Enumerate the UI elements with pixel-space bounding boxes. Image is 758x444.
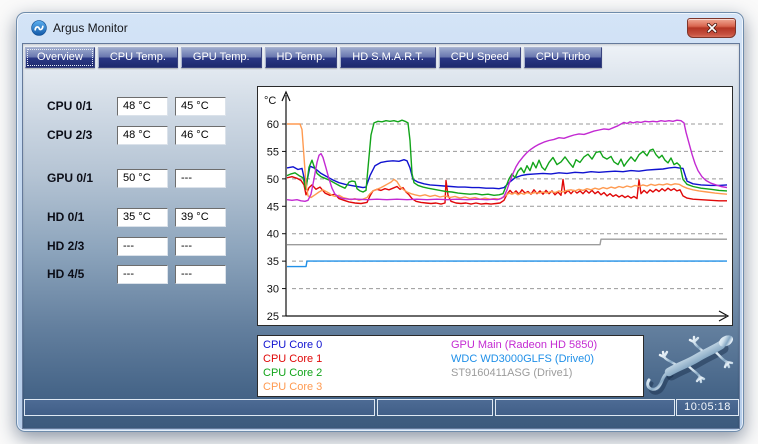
temperature-chart: 25 30 35 40 45 50 55 60 °C <box>257 86 733 326</box>
gecko-logo <box>643 328 745 402</box>
y-tick-label: 55 <box>267 146 279 158</box>
readout-label: HD 0/1 <box>47 210 117 224</box>
tab-hd-temp[interactable]: HD Temp. <box>265 47 338 68</box>
series-st9160411asg-drive1 <box>287 239 727 245</box>
tab-cpu-temp[interactable]: CPU Temp. <box>98 47 178 68</box>
tab-gpu-temp[interactable]: GPU Temp. <box>181 47 262 68</box>
y-axis-unit-label: °C <box>264 95 276 107</box>
legend-item: WDC WD3000GLFS (Drive0) <box>451 353 594 365</box>
readout-value: 39 °C <box>175 208 226 227</box>
client-area: OverviewCPU Temp.GPU Temp.HD Temp.HD S.M… <box>22 43 740 429</box>
readout-value: --- <box>117 237 168 256</box>
y-tick-label: 35 <box>267 256 279 268</box>
title-bar[interactable]: Argus Monitor <box>17 13 743 43</box>
app-icon <box>31 20 47 36</box>
app-window: Argus Monitor OverviewCPU Temp.GPU Temp.… <box>16 12 744 432</box>
readout-value: --- <box>175 237 226 256</box>
readout-value: 48 °C <box>117 97 168 116</box>
tab-hd-s-m-a-r-t[interactable]: HD S.M.A.R.T. <box>340 47 436 68</box>
readout-label: CPU 2/3 <box>47 128 117 142</box>
tab-cpu-speed[interactable]: CPU Speed <box>439 47 521 68</box>
window-title: Argus Monitor <box>53 21 128 35</box>
legend-item: CPU Core 0 <box>263 339 322 351</box>
status-segment <box>24 399 375 416</box>
legend-item: ST9160411ASG (Drive1) <box>451 367 572 379</box>
readout-label: CPU 0/1 <box>47 99 117 113</box>
status-segment <box>495 399 675 416</box>
y-tick-label: 50 <box>267 174 279 186</box>
y-tick-label: 60 <box>267 119 279 131</box>
series-wdc-wd3000glfs-drive0 <box>287 261 727 267</box>
readout-label: HD 4/5 <box>47 267 117 281</box>
tab-overview[interactable]: Overview <box>25 47 95 68</box>
readout-value: 46 °C <box>175 126 226 145</box>
legend-item: CPU Core 3 <box>263 381 322 393</box>
tab-bar: OverviewCPU Temp.GPU Temp.HD Temp.HD S.M… <box>25 47 602 68</box>
readout-label: GPU 0/1 <box>47 171 117 185</box>
readout-value: --- <box>175 169 226 188</box>
close-icon <box>706 23 718 33</box>
readout-value: --- <box>175 265 226 284</box>
readout-label: HD 2/3 <box>47 239 117 253</box>
close-button[interactable] <box>687 18 736 38</box>
legend-item: CPU Core 2 <box>263 367 322 379</box>
readout-value: --- <box>117 265 168 284</box>
tab-cpu-turbo[interactable]: CPU Turbo <box>524 47 602 68</box>
legend-item: CPU Core 1 <box>263 353 322 365</box>
legend-item: GPU Main (Radeon HD 5850) <box>451 339 597 351</box>
y-tick-label: 30 <box>267 284 279 296</box>
chart-legend: CPU Core 0 CPU Core 1 CPU Core 2 CPU Core 3… <box>257 335 644 397</box>
readout-value: 45 °C <box>175 97 226 116</box>
readout-value: 48 °C <box>117 126 168 145</box>
status-segment <box>377 399 493 416</box>
y-tick-label: 25 <box>267 311 279 323</box>
readout-value: 35 °C <box>117 208 168 227</box>
status-clock: 10:05:18 <box>676 399 739 416</box>
readout-value: 50 °C <box>117 169 168 188</box>
y-tick-label: 45 <box>267 201 279 213</box>
y-tick-label: 40 <box>267 229 279 241</box>
